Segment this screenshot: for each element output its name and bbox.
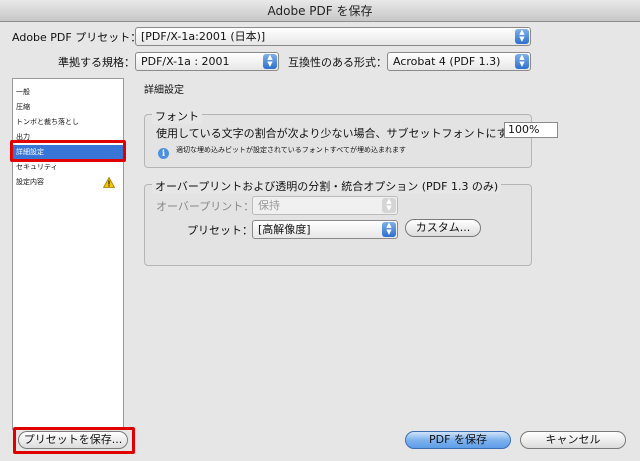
updown-arrows-icon: ▲ ▼ [515, 54, 529, 69]
window-title: Adobe PDF を保存 [267, 4, 373, 18]
sidebar-item-label: セキュリティ [16, 163, 58, 171]
sidebar-item-label: トンボと裁ち落とし [16, 118, 79, 126]
sidebar-item-summary[interactable]: 設定内容 [13, 175, 123, 190]
standard-select-value: PDF/X-1a : 2001 [141, 55, 230, 68]
sidebar-item-compression[interactable]: 圧縮 [13, 100, 123, 115]
font-group [144, 114, 532, 168]
overprint-label: オーバープリント： [156, 200, 255, 213]
sidebar-item-label: 出力 [16, 133, 30, 141]
sidebar-item-label: 設定内容 [16, 178, 44, 186]
save-preset-button-label: プリセットを保存... [23, 433, 123, 446]
font-group-title: フォント [152, 108, 202, 124]
flattener-preset-select-value: [高解像度] [258, 223, 311, 236]
sidebar-item-general[interactable]: 一般 [13, 85, 123, 100]
updown-arrows-icon: ▲ ▼ [382, 198, 396, 213]
warning-icon [103, 177, 115, 188]
sidebar-item-label: 詳細設定 [16, 148, 44, 156]
cancel-button[interactable]: キャンセル [520, 431, 626, 449]
overprint-group-title: オーバープリントおよび透明の分割・統合オプション (PDF 1.3 のみ) [152, 178, 502, 194]
sidebar-item-label: 圧縮 [16, 103, 30, 111]
cancel-button-label: キャンセル [545, 433, 601, 446]
subset-threshold-input[interactable]: 100% [504, 122, 558, 138]
updown-arrows-icon: ▲ ▼ [515, 29, 529, 44]
compat-select-value: Acrobat 4 (PDF 1.3) [393, 55, 501, 68]
sidebar-item-marks-bleeds[interactable]: トンボと裁ち落とし [13, 115, 123, 130]
custom-button-label: カスタム... [415, 221, 471, 234]
custom-button[interactable]: カスタム... [405, 219, 481, 237]
flattener-preset-select[interactable]: [高解像度] ▲ ▼ [252, 220, 398, 239]
compat-select[interactable]: Acrobat 4 (PDF 1.3) ▲ ▼ [387, 52, 531, 71]
section-title: 詳細設定 [144, 85, 184, 96]
window-title-bar: Adobe PDF を保存 [0, 0, 640, 22]
subset-threshold-value: 100% [508, 123, 540, 136]
font-note: 適切な埋め込みビットが設定されているフォントすべてが埋め込まれます [176, 146, 407, 154]
save-pdf-button-label: PDF を保存 [429, 433, 487, 446]
standard-label: 準拠する規格： [58, 56, 135, 69]
save-preset-button[interactable]: プリセットを保存... [18, 431, 128, 449]
dialog-body: Adobe PDF プリセット： [PDF/X-1a:2001 (日本)] ▲ ▼… [0, 22, 640, 461]
preset-label: Adobe PDF プリセット： [12, 31, 142, 44]
compat-label: 互換性のある形式： [288, 56, 387, 69]
subset-label: 使用している文字の割合が次より少ない場合、サブセットフォントにする： [156, 127, 530, 140]
sidebar-item-security[interactable]: セキュリティ [13, 160, 123, 175]
updown-arrows-icon: ▲ ▼ [263, 54, 277, 69]
preset-select-value: [PDF/X-1a:2001 (日本)] [141, 30, 266, 43]
overprint-select-value: 保持 [258, 199, 280, 212]
preset-select[interactable]: [PDF/X-1a:2001 (日本)] ▲ ▼ [135, 27, 531, 46]
updown-arrows-icon: ▲ ▼ [382, 222, 396, 237]
info-icon: i [158, 148, 169, 159]
standard-select[interactable]: PDF/X-1a : 2001 ▲ ▼ [135, 52, 279, 71]
sidebar-item-output[interactable]: 出力 [13, 130, 123, 145]
sidebar-item-label: 一般 [16, 88, 30, 96]
flattener-preset-label: プリセット： [187, 224, 253, 237]
category-list: 一般 圧縮 トンボと裁ち落とし 出力 詳細設定 セキュリティ 設定内容 [12, 78, 124, 430]
save-pdf-button[interactable]: PDF を保存 [405, 431, 511, 449]
overprint-select[interactable]: 保持 ▲ ▼ [252, 196, 398, 215]
sidebar-item-advanced[interactable]: 詳細設定 [13, 145, 123, 160]
